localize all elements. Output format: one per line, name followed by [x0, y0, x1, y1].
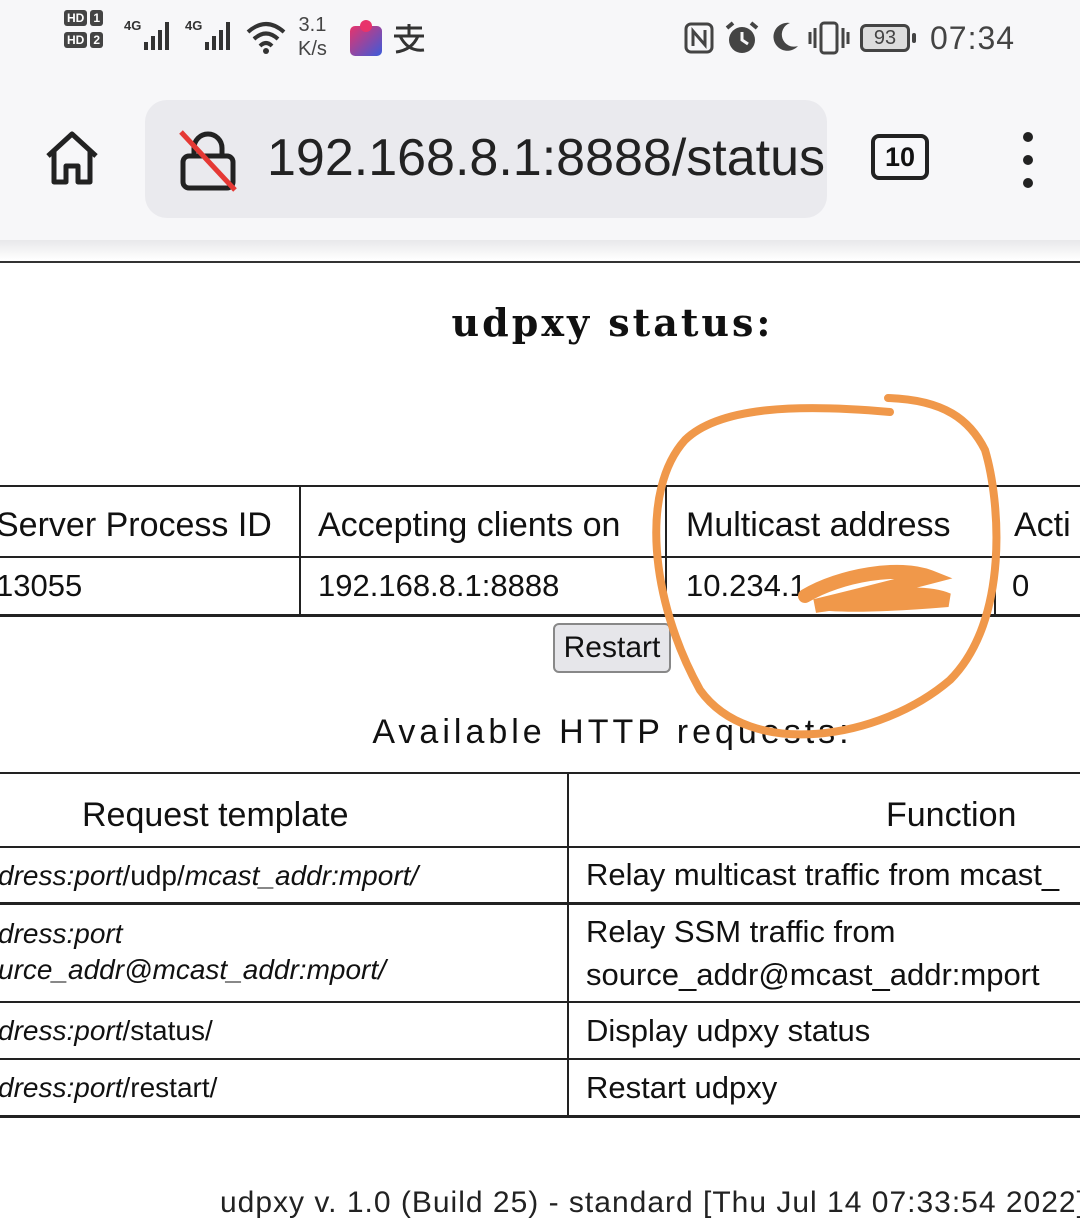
sim2-hd-badge: HD: [64, 32, 88, 48]
accepting-clients-value: 192.168.8.1:8888: [318, 568, 560, 603]
wifi-icon: [246, 22, 286, 54]
annotation-circle: [652, 394, 1001, 739]
network1-type: 4G: [124, 18, 142, 33]
network2-type: 4G: [185, 18, 203, 33]
header-request-template: Request template: [82, 796, 349, 834]
table-row: dress:port: [0, 918, 123, 949]
status-bar: HD 1 HD 2 4G 4G 3.1 K/s 93 07:34: [0, 0, 1080, 80]
page-title: udpxy status:: [451, 300, 774, 345]
function-cell: Restart udpxy: [586, 1070, 778, 1105]
signal-icon: [205, 22, 230, 50]
sim1-hd-badge: HD: [64, 10, 88, 26]
moon-icon: [773, 22, 798, 51]
active-clients-value: 0: [1012, 568, 1030, 603]
puzzle-app-icon: [350, 20, 382, 56]
toolbar-shadow: [0, 240, 1080, 260]
page-top-rule: [0, 261, 1080, 263]
function-cell: Relay multicast traffic from mcast_: [586, 857, 1060, 892]
function-cell-continuation: source_addr@mcast_addr:mport: [586, 957, 1040, 992]
insecure-lock-icon[interactable]: [175, 128, 241, 194]
function-cell: Relay SSM traffic from: [586, 914, 896, 949]
vibrate-icon: [808, 21, 850, 55]
speed-value: 3.1: [298, 14, 327, 36]
url-text[interactable]: 192.168.8.1:8888/status: [267, 128, 825, 188]
table-row: dress:port/udp/mcast_addr:mport/: [0, 860, 419, 891]
network-speed: 3.1 K/s: [298, 13, 327, 61]
sim2-number: 2: [90, 32, 104, 48]
table-row-continuation: urce_addr@mcast_addr:mport/: [0, 954, 386, 985]
speed-unit: K/s: [298, 38, 327, 60]
header-multicast-address: Multicast address: [686, 506, 951, 544]
header-server-process-id: Server Process ID: [0, 506, 272, 544]
address-bar[interactable]: 192.168.8.1:8888/status: [145, 100, 827, 218]
sim1-number: 1: [90, 10, 104, 26]
clock: 07:34: [930, 20, 1016, 56]
header-accepting-clients: Accepting clients on: [318, 506, 621, 544]
annotation-scribble: [798, 564, 953, 613]
more-vert-icon[interactable]: [1018, 132, 1038, 192]
header-active-clients: Acti: [1014, 506, 1071, 544]
tab-count-button[interactable]: 10: [871, 134, 929, 180]
sim-indicators: HD 1 HD 2: [64, 10, 104, 54]
table-row: dress:port/status/: [0, 1015, 213, 1046]
header-function: Function: [886, 796, 1017, 834]
home-icon[interactable]: [42, 128, 102, 188]
server-process-id: 13055: [0, 568, 83, 603]
multicast-address-value: 10.234.1: [686, 568, 807, 603]
table-row: dress:port/restart/: [0, 1072, 218, 1103]
browser-toolbar: 192.168.8.1:8888/status 10: [0, 80, 1080, 240]
battery-icon: 93: [860, 24, 916, 52]
version-footer: udpxy v. 1.0 (Build 25) - standard [Thu …: [220, 1186, 1080, 1219]
alarm-icon: [725, 21, 759, 53]
restart-button[interactable]: Restart: [553, 623, 671, 673]
alipay-icon: [394, 24, 425, 54]
signal-icon: [144, 22, 169, 50]
nfc-icon: [684, 22, 714, 54]
http-requests-title: Available HTTP requests:: [372, 713, 853, 751]
function-cell: Display udpxy status: [586, 1013, 871, 1048]
